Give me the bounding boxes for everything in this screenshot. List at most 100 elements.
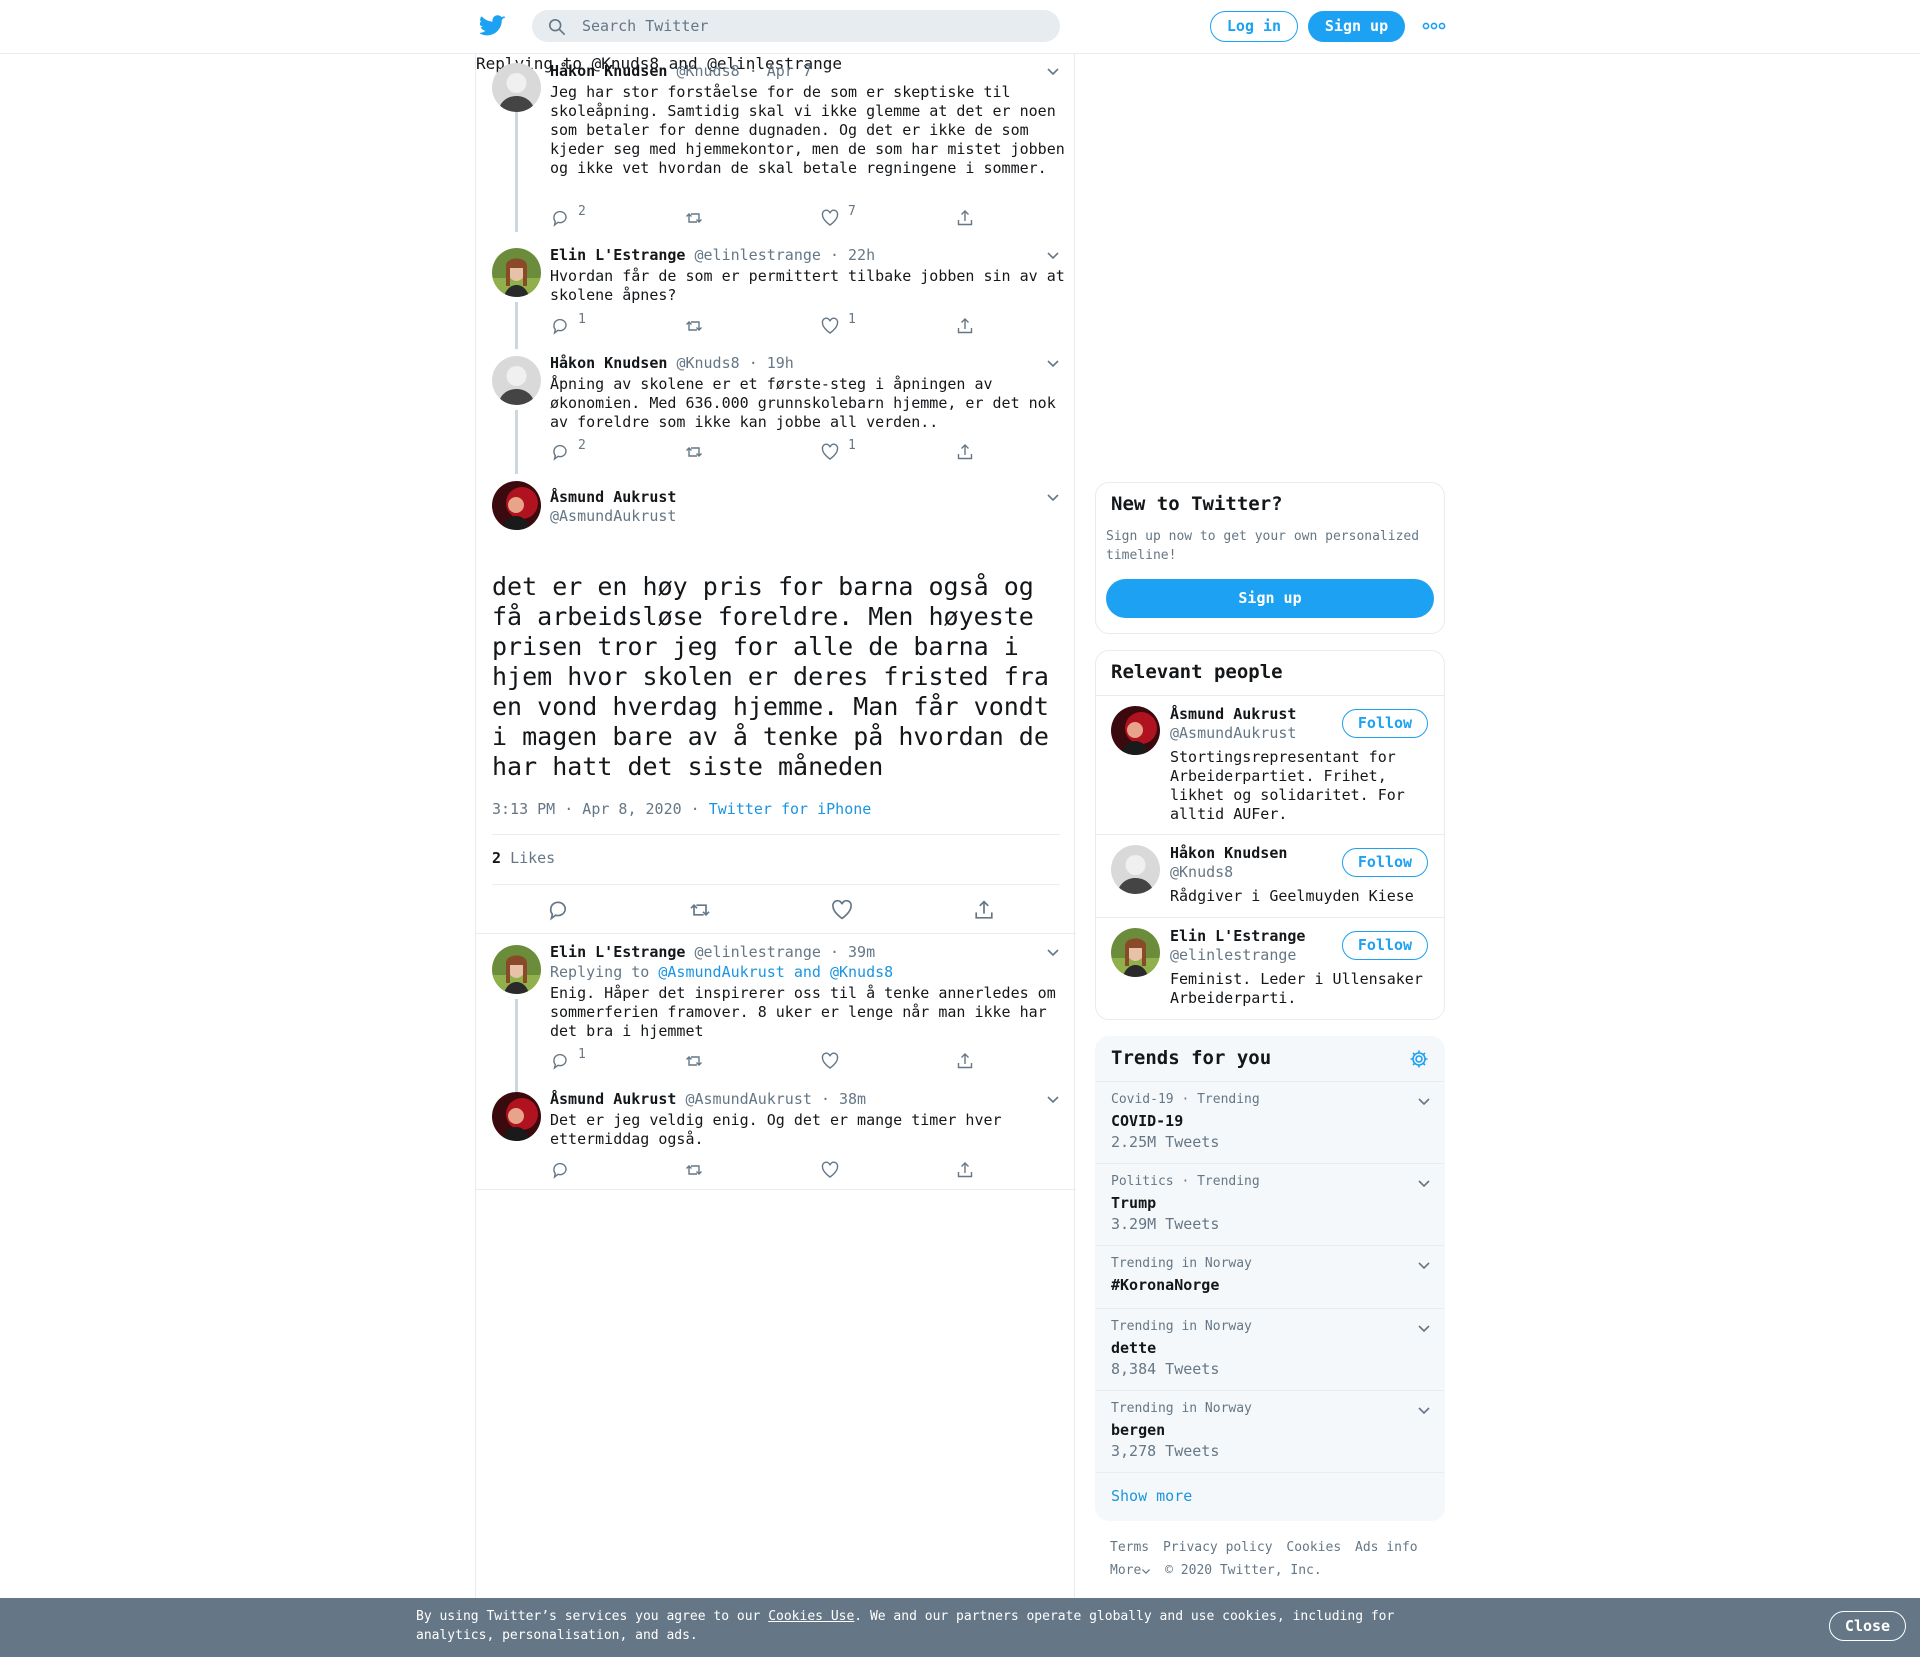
heart-icon[interactable] xyxy=(830,898,854,922)
chevron-down-icon[interactable] xyxy=(1046,356,1060,370)
avatar[interactable] xyxy=(1111,845,1160,894)
footer-link-cookies[interactable]: Cookies xyxy=(1286,1540,1341,1555)
like-button[interactable]: 1 xyxy=(820,312,856,336)
share-icon[interactable] xyxy=(972,898,996,922)
avatar[interactable] xyxy=(1111,928,1160,977)
chevron-down-icon[interactable] xyxy=(1417,1321,1431,1335)
follow-button[interactable]: Follow xyxy=(1342,709,1428,738)
chevron-down-icon[interactable] xyxy=(1417,1258,1431,1272)
thread-tweet-body[interactable]: Elin L'Estrange @elinlestrange · 22h Hvo… xyxy=(476,246,1076,349)
person-row[interactable]: Åsmund Aukrust @AsmundAukrust Follow Sto… xyxy=(1096,696,1444,834)
tweet-time[interactable]: · 39m xyxy=(830,943,875,961)
tweet-time[interactable]: · 19h xyxy=(749,354,794,372)
more-dots-icon[interactable] xyxy=(1422,20,1446,32)
author-name[interactable]: Håkon Knudsen xyxy=(550,354,667,372)
follow-button[interactable]: Follow xyxy=(1342,848,1428,877)
tweet-source[interactable]: Twitter for iPhone xyxy=(709,800,872,818)
author-name[interactable]: Håkon Knudsen xyxy=(550,62,667,80)
reply-tweet[interactable]: Elin L'Estrange @elinlestrange · 39m Rep… xyxy=(476,943,1076,1098)
author-name[interactable]: Åsmund Aukrust xyxy=(550,1090,676,1108)
avatar[interactable] xyxy=(1111,706,1160,755)
person-handle[interactable]: @elinlestrange xyxy=(1170,946,1296,964)
like-button[interactable]: 7 xyxy=(820,204,856,228)
reply-tweet[interactable]: Åsmund Aukrust @AsmundAukrust · 38m Det … xyxy=(476,1090,1076,1230)
retweet-button[interactable] xyxy=(684,442,704,462)
footer-link-terms[interactable]: Terms xyxy=(1110,1540,1149,1555)
author-handle[interactable]: @elinlestrange xyxy=(695,943,821,961)
retweet-button[interactable] xyxy=(684,208,704,228)
avatar[interactable] xyxy=(492,1092,541,1141)
reply-button[interactable]: 1 xyxy=(550,1047,586,1071)
like-button[interactable] xyxy=(820,1160,840,1180)
trend-name[interactable]: #KoronaNorge xyxy=(1111,1276,1219,1294)
chevron-down-icon[interactable] xyxy=(1046,1092,1060,1106)
thread-tweet[interactable]: Håkon Knudsen @Knuds8 · 19h Åpning av sk… xyxy=(476,354,1076,474)
trend-name[interactable]: Trump xyxy=(1111,1194,1156,1212)
person-name[interactable]: Åsmund Aukrust xyxy=(1170,705,1296,723)
chevron-down-icon[interactable] xyxy=(1046,248,1060,262)
retweet-button[interactable] xyxy=(684,1160,704,1180)
author-name[interactable]: Elin L'Estrange xyxy=(550,943,685,961)
chevron-down-icon[interactable] xyxy=(1046,490,1060,504)
reply-button[interactable]: 2 xyxy=(550,204,586,228)
likes-stat[interactable]: 2 Likes xyxy=(492,849,555,867)
search-bar[interactable]: Search Twitter xyxy=(532,10,1060,42)
footer-more[interactable]: More xyxy=(1110,1563,1151,1578)
author-handle[interactable]: @elinlestrange xyxy=(695,246,821,264)
retweet-icon[interactable] xyxy=(688,898,712,922)
retweet-button[interactable] xyxy=(684,1051,704,1071)
trend-item[interactable]: Politics · Trending Trump 3.29M Tweets xyxy=(1096,1163,1444,1245)
avatar[interactable] xyxy=(492,481,541,530)
reply-icon[interactable] xyxy=(546,898,570,922)
trend-name[interactable]: bergen xyxy=(1111,1421,1165,1439)
follow-button[interactable]: Follow xyxy=(1342,931,1428,960)
author-handle[interactable]: @AsmundAukrust xyxy=(685,1090,811,1108)
cookies-use-link[interactable]: Cookies Use xyxy=(768,1609,854,1624)
retweet-button[interactable] xyxy=(684,316,704,336)
reply-button[interactable]: 2 xyxy=(550,438,586,462)
person-row[interactable]: Elin L'Estrange @elinlestrange Follow Fe… xyxy=(1096,918,1444,1019)
author-handle[interactable]: @AsmundAukrust xyxy=(550,507,676,525)
tweet-time[interactable]: · Apr 7 xyxy=(749,62,812,80)
reply-button[interactable]: 1 xyxy=(550,312,586,336)
close-button[interactable]: Close xyxy=(1829,1611,1906,1641)
trend-name[interactable]: COVID-19 xyxy=(1111,1112,1183,1130)
author-name[interactable]: Elin L'Estrange xyxy=(550,246,685,264)
author-name[interactable]: Åsmund Aukrust xyxy=(550,488,676,506)
show-more-link[interactable]: Show more xyxy=(1111,1487,1192,1505)
share-button[interactable] xyxy=(955,1051,975,1071)
gear-icon[interactable] xyxy=(1409,1049,1429,1069)
tweet-time[interactable]: · 22h xyxy=(830,246,875,264)
avatar[interactable] xyxy=(492,63,541,112)
thread-tweet[interactable]: Håkon Knudsen @Knuds8 · Apr 7 Jeg har st… xyxy=(476,54,1076,232)
search-input[interactable]: Search Twitter xyxy=(582,17,708,35)
person-name[interactable]: Håkon Knudsen xyxy=(1170,844,1287,862)
chevron-down-icon[interactable] xyxy=(1417,1403,1431,1417)
like-button[interactable]: 1 xyxy=(820,438,856,462)
tweet-time[interactable]: · 38m xyxy=(821,1090,866,1108)
signup-button[interactable]: Sign up xyxy=(1106,579,1434,618)
footer-link-privacy[interactable]: Privacy policy xyxy=(1163,1540,1273,1555)
avatar[interactable] xyxy=(492,248,541,297)
login-button[interactable]: Log in xyxy=(1210,11,1298,42)
trend-item[interactable]: Covid-19 · Trending COVID-19 2.25M Tweet… xyxy=(1096,1081,1444,1163)
twitter-logo-icon[interactable] xyxy=(480,14,506,38)
share-button[interactable] xyxy=(955,442,975,462)
chevron-down-icon[interactable] xyxy=(1046,945,1060,959)
person-handle[interactable]: @AsmundAukrust xyxy=(1170,724,1296,742)
person-name[interactable]: Elin L'Estrange xyxy=(1170,927,1305,945)
chevron-down-icon[interactable] xyxy=(1046,64,1060,78)
person-row[interactable]: Håkon Knudsen @Knuds8 Follow Rådgiver i … xyxy=(1096,835,1444,917)
replying-to-users[interactable]: @AsmundAukrust and @Knuds8 xyxy=(658,963,893,981)
share-button[interactable] xyxy=(955,208,975,228)
share-button[interactable] xyxy=(955,316,975,336)
author-handle[interactable]: @Knuds8 xyxy=(676,62,739,80)
avatar[interactable] xyxy=(492,945,541,994)
trend-name[interactable]: dette xyxy=(1111,1339,1156,1357)
chevron-down-icon[interactable] xyxy=(1417,1176,1431,1190)
reply-button[interactable] xyxy=(550,1160,570,1180)
author-handle[interactable]: @Knuds8 xyxy=(676,354,739,372)
avatar[interactable] xyxy=(492,356,541,405)
person-handle[interactable]: @Knuds8 xyxy=(1170,863,1233,881)
tweet-datetime[interactable]: 3:13 PM · Apr 8, 2020 xyxy=(492,800,682,818)
